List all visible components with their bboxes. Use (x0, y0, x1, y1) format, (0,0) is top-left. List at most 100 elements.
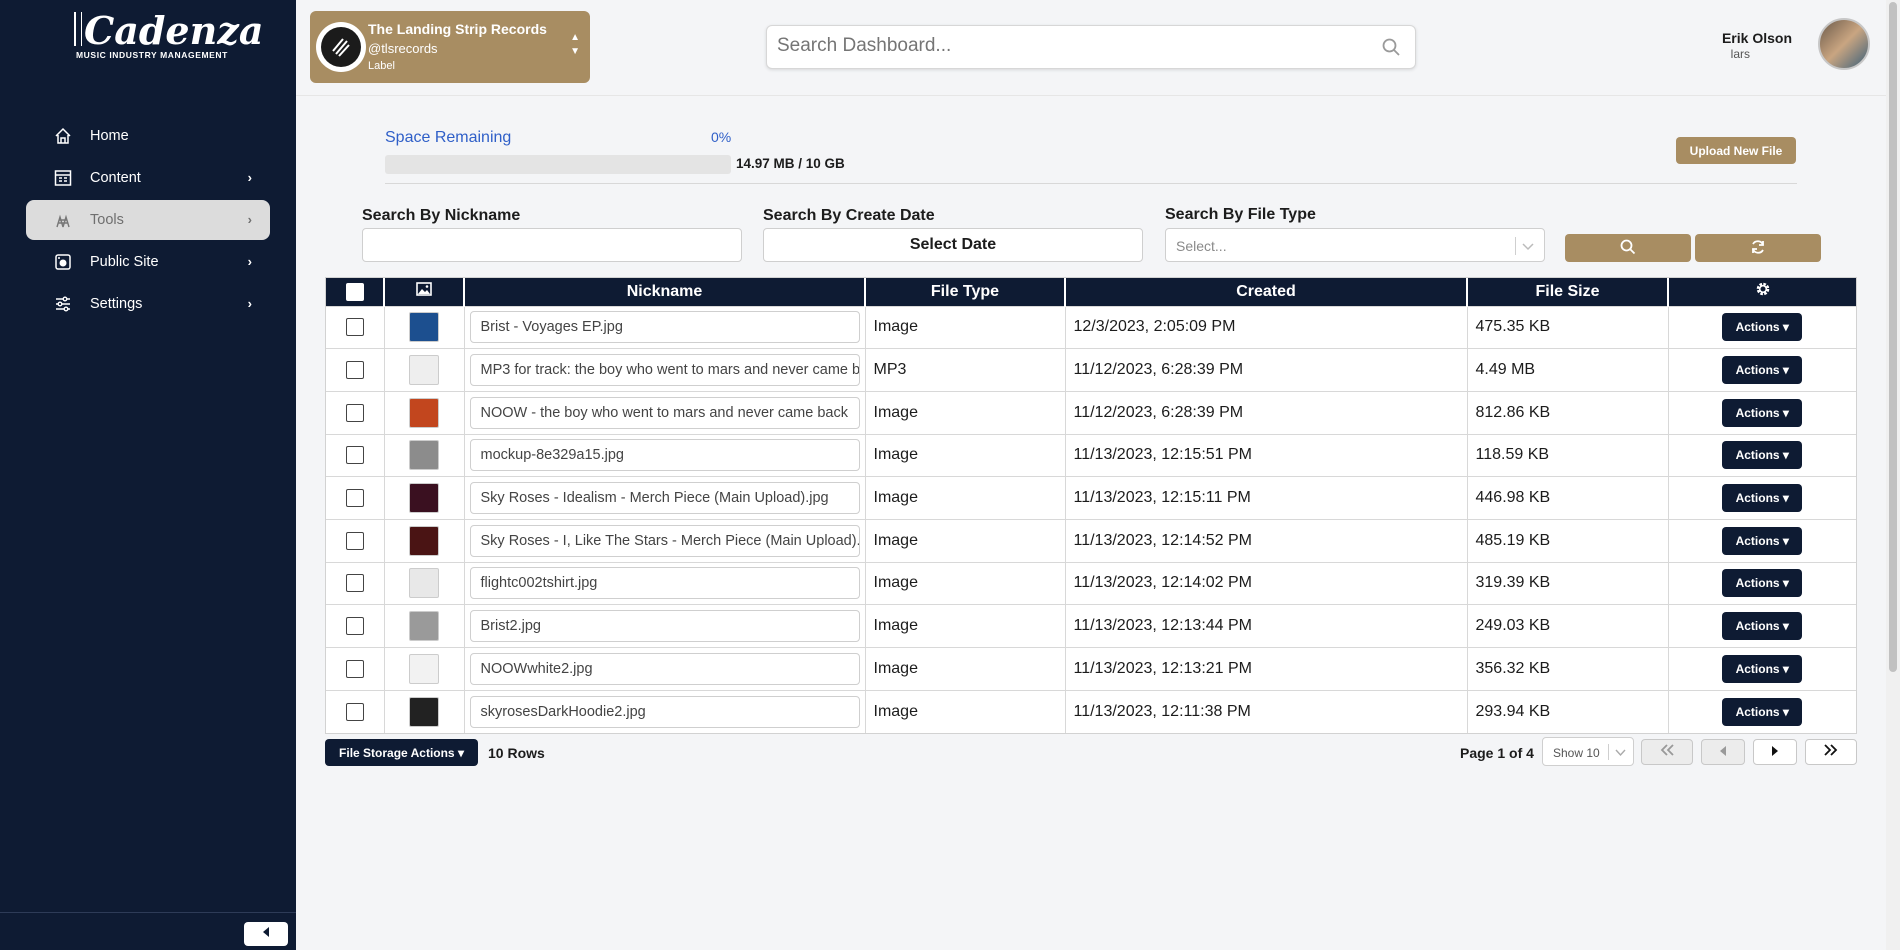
table-row: NOOW - the boy who went to mars and neve… (326, 390, 1856, 435)
nickname-input[interactable]: NOOWwhite2.jpg (469, 652, 860, 685)
row-checkbox[interactable] (345, 531, 364, 550)
row-checkbox[interactable] (345, 659, 364, 678)
upload-new-file-button[interactable]: Upload New File (1676, 137, 1796, 164)
sidebar-item-home[interactable]: Home (26, 116, 270, 156)
row-select-cell (326, 348, 385, 392)
created-cell: 11/13/2023, 12:14:02 PM (1065, 561, 1468, 605)
search-icon[interactable] (1381, 37, 1401, 62)
switch-account-icon[interactable]: ▲ ▼ (570, 31, 580, 59)
actions-cell: Actions ▾ (1668, 390, 1856, 435)
search-button[interactable] (1565, 234, 1691, 262)
file-type-filter-label: Search By File Type (1165, 206, 1316, 223)
file-thumbnail[interactable] (409, 653, 439, 684)
file-size-cell: 118.59 KB (1467, 433, 1669, 477)
nickname-input[interactable]: NOOW - the boy who went to mars and neve… (469, 396, 860, 429)
file-storage-actions-button[interactable]: File Storage Actions ▾ (325, 739, 478, 766)
actions-cell: Actions ▾ (1668, 647, 1856, 691)
sidebar-item-public-site[interactable]: Public Site › (26, 242, 270, 282)
first-page-button[interactable] (1641, 739, 1693, 765)
row-checkbox[interactable] (345, 318, 364, 337)
thumbnail-cell (384, 561, 465, 605)
sidebar-item-tools[interactable]: Tools › (26, 200, 270, 240)
nickname-cell: Brist - Voyages EP.jpg (464, 305, 866, 349)
row-checkbox[interactable] (345, 361, 364, 380)
actions-button[interactable]: Actions ▾ (1722, 526, 1803, 555)
actions-cell: Actions ▾ (1668, 604, 1856, 648)
sidebar-item-content[interactable]: Content › (26, 158, 270, 198)
thumbnail-cell (384, 433, 465, 477)
select-all-checkbox[interactable] (345, 282, 364, 301)
file-thumbnail[interactable] (409, 312, 439, 343)
row-checkbox[interactable] (345, 489, 364, 508)
collapse-sidebar-button[interactable] (244, 922, 288, 946)
file-thumbnail[interactable] (409, 696, 439, 727)
row-checkbox[interactable] (345, 446, 364, 465)
column-header-created[interactable]: Created (1065, 278, 1468, 306)
create-date-picker[interactable]: Select Date (763, 228, 1143, 262)
row-checkbox[interactable] (345, 403, 364, 422)
created-cell: 11/13/2023, 12:15:51 PM (1065, 433, 1468, 477)
file-size-cell: 319.39 KB (1467, 561, 1669, 605)
row-checkbox[interactable] (345, 574, 364, 593)
created-cell: 11/13/2023, 12:14:52 PM (1065, 518, 1468, 563)
actions-label: Actions (1735, 576, 1780, 591)
chevron-right-icon: › (247, 296, 252, 311)
actions-button[interactable]: Actions ▾ (1722, 313, 1803, 342)
created-cell: 11/12/2023, 6:28:39 PM (1065, 390, 1468, 435)
previous-page-button[interactable] (1701, 739, 1745, 765)
file-thumbnail[interactable] (409, 525, 439, 556)
row-select-cell (326, 561, 385, 605)
search-input[interactable] (777, 26, 1337, 66)
nickname-input[interactable]: Brist2.jpg (469, 610, 860, 643)
nickname-input[interactable]: mockup-8e329a15.jpg (469, 439, 860, 472)
nickname-input[interactable]: Brist - Voyages EP.jpg (469, 311, 860, 344)
row-select-cell (326, 390, 385, 435)
actions-button[interactable]: Actions ▾ (1722, 654, 1803, 683)
file-thumbnail[interactable] (409, 483, 439, 514)
column-header-file-size[interactable]: File Size (1467, 278, 1669, 306)
nickname-input[interactable]: MP3 for track: the boy who went to mars … (469, 354, 860, 387)
column-header-nickname[interactable]: Nickname (464, 278, 866, 306)
cadenza-logo[interactable]: Cadenza MUSIC INDUSTRY MANAGEMENT (74, 8, 263, 64)
column-header-file-type[interactable]: File Type (865, 278, 1066, 306)
row-checkbox[interactable] (345, 702, 364, 721)
file-thumbnail[interactable] (409, 440, 439, 471)
reset-filters-button[interactable] (1695, 234, 1821, 262)
account-switcher[interactable]: The Landing Strip Records @tlsrecords La… (310, 11, 590, 83)
file-size-cell: 356.32 KB (1467, 647, 1669, 691)
actions-button[interactable]: Actions ▾ (1722, 398, 1803, 427)
file-type-select[interactable]: Select... (1165, 228, 1545, 262)
actions-button[interactable]: Actions ▾ (1722, 569, 1803, 598)
nickname-search-input[interactable] (362, 228, 742, 262)
actions-button[interactable]: Actions ▾ (1722, 356, 1803, 385)
last-page-button[interactable] (1805, 739, 1857, 765)
actions-button[interactable]: Actions ▾ (1722, 441, 1803, 470)
nickname-input[interactable]: Sky Roses - Idealism - Merch Piece (Main… (469, 482, 860, 515)
page-indicator: Page 1 of 4 (1460, 745, 1534, 761)
file-thumbnail[interactable] (409, 355, 439, 386)
nickname-input[interactable]: skyrosesDarkHoodie2.jpg (469, 695, 860, 728)
gear-icon[interactable] (1755, 282, 1771, 301)
file-size-cell: 249.03 KB (1467, 604, 1669, 648)
actions-button[interactable]: Actions ▾ (1722, 484, 1803, 513)
content-icon (52, 168, 74, 188)
sidebar-item-label: Tools (90, 212, 124, 228)
file-table: Nickname File Type Created File Size Bri… (325, 277, 1857, 734)
file-thumbnail[interactable] (409, 568, 439, 599)
nickname-input[interactable]: flightc002tshirt.jpg (469, 567, 860, 600)
sidebar-divider (0, 912, 296, 913)
file-thumbnail[interactable] (409, 611, 439, 642)
actions-button[interactable]: Actions ▾ (1722, 697, 1803, 726)
page-size-select[interactable]: Show 10 (1542, 737, 1634, 766)
nickname-input[interactable]: Sky Roses - I, Like The Stars - Merch Pi… (469, 524, 860, 557)
sidebar-item-settings[interactable]: Settings › (26, 284, 270, 324)
scrollbar-thumb[interactable] (1889, 2, 1897, 672)
file-size-cell: 446.98 KB (1467, 476, 1669, 520)
actions-button[interactable]: Actions ▾ (1722, 612, 1803, 641)
avatar[interactable] (1818, 18, 1870, 70)
file-thumbnail[interactable] (409, 397, 439, 428)
page-scrollbar[interactable] (1886, 0, 1900, 950)
next-page-button[interactable] (1753, 739, 1797, 765)
table-row: Sky Roses - Idealism - Merch Piece (Main… (326, 476, 1856, 520)
row-checkbox[interactable] (345, 617, 364, 636)
